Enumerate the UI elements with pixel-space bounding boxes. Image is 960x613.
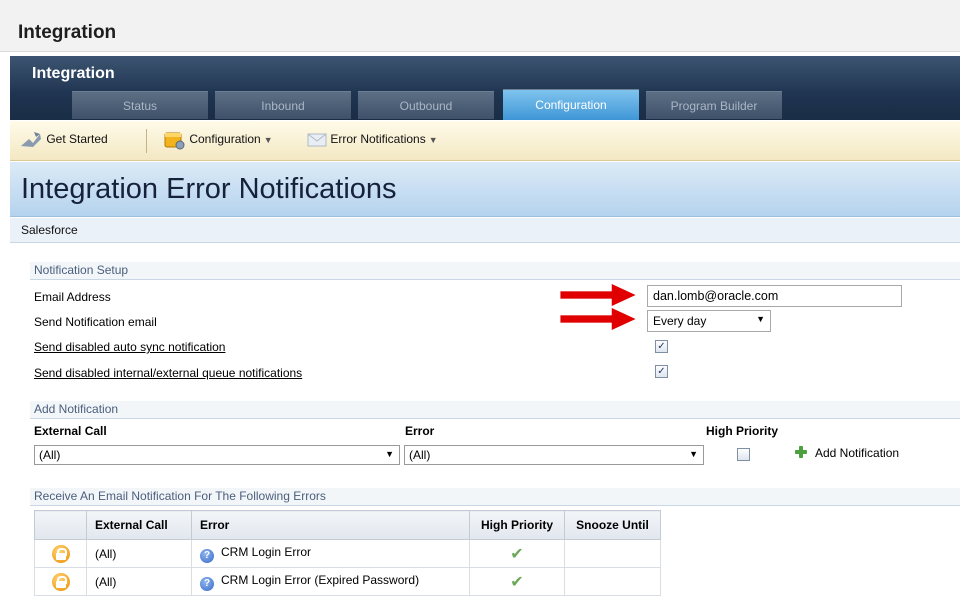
lock-icon[interactable] — [51, 572, 70, 591]
configuration-label: Configuration — [189, 132, 261, 147]
high-priority-cell: ✔ — [469, 567, 565, 596]
high-priority-checkbox[interactable] — [737, 448, 750, 461]
configuration-menu[interactable]: Configuration ▼ — [162, 129, 273, 151]
plus-icon — [795, 446, 807, 458]
page-header: Integration Error Notifications — [10, 162, 960, 217]
tab-configuration[interactable]: Configuration — [503, 89, 639, 120]
external-call-header: External Call — [34, 424, 107, 438]
high-priority-cell: ✔ — [469, 539, 565, 568]
high-priority-header: High Priority — [706, 424, 779, 438]
send-frequency-select[interactable]: Every day ▼ — [647, 310, 771, 332]
error-name: CRM Login Error — [221, 544, 312, 559]
error-cell: ? CRM Login Error (Expired Password) — [191, 567, 470, 596]
chevron-down-icon: ▼ — [428, 135, 438, 145]
chevron-down-icon: ▼ — [756, 314, 765, 324]
queue-notifications-checkbox[interactable]: ✓ — [655, 365, 668, 378]
external-call-cell: (All) — [86, 567, 192, 596]
lock-cell[interactable] — [34, 567, 87, 596]
auto-sync-checkbox[interactable]: ✓ — [655, 340, 668, 353]
table-header-error: Error — [191, 510, 470, 540]
table-row[interactable]: (All) ? CRM Login Error ✔ — [34, 539, 661, 568]
page-title: Integration Error Notifications — [21, 173, 397, 205]
send-frequency-value: Every day — [653, 314, 707, 328]
help-icon[interactable]: ? — [200, 576, 214, 591]
lock-cell[interactable] — [34, 539, 87, 568]
table-header-row: External Call Error High Priority Snooze… — [34, 510, 661, 540]
configuration-icon — [164, 132, 185, 150]
external-call-select[interactable]: (All) ▼ — [34, 445, 400, 465]
add-notification-label: Add Notification — [815, 446, 900, 460]
email-field[interactable]: dan.lomb@oracle.com — [647, 285, 902, 307]
get-started-label: Get Started — [46, 132, 108, 147]
table-header-lock — [34, 510, 87, 540]
send-email-label: Send Notification email — [34, 315, 157, 329]
errors-table: External Call Error High Priority Snooze… — [34, 510, 661, 596]
tab-inbound[interactable]: Inbound — [215, 91, 351, 119]
tab-outbound[interactable]: Outbound — [358, 91, 494, 119]
annotation-arrow-icon — [560, 284, 636, 306]
external-call-cell: (All) — [86, 539, 192, 568]
add-notification-label: Add Notification — [34, 402, 119, 416]
error-select[interactable]: (All) ▼ — [404, 445, 704, 465]
page-subtitle: Salesforce — [21, 223, 78, 237]
notification-setup-label: Notification Setup — [34, 263, 129, 277]
module-title: Integration — [32, 65, 115, 82]
divider — [30, 505, 960, 506]
lock-icon[interactable] — [51, 544, 70, 563]
errors-section-label: Receive An Email Notification For The Fo… — [34, 489, 326, 503]
annotation-arrow-icon — [560, 308, 636, 330]
chevron-down-icon: ▼ — [263, 135, 273, 146]
error-value: (All) — [409, 448, 431, 462]
table-header-external-call: External Call — [86, 510, 192, 540]
divider — [30, 418, 960, 419]
notification-setup-header — [30, 262, 960, 279]
tab-program-builder[interactable]: Program Builder — [646, 91, 782, 119]
snooze-until-cell — [564, 567, 661, 596]
error-notifications-label: Error Notifications — [330, 132, 426, 146]
checkmark-icon: ✔ — [510, 545, 524, 563]
chevron-down-icon: ▼ — [385, 449, 394, 459]
toolbar-divider — [146, 129, 147, 153]
chevron-down-icon: ▼ — [689, 449, 698, 459]
auto-sync-label[interactable]: Send disabled auto sync notification — [34, 340, 225, 354]
error-cell: ? CRM Login Error — [191, 539, 470, 568]
error-notifications-menu[interactable]: Error Notifications ▼ — [307, 132, 438, 147]
get-started-icon — [21, 132, 41, 147]
table-header-high-priority: High Priority — [469, 510, 565, 540]
app-title: Integration — [18, 22, 117, 43]
add-notification-button[interactable]: Add Notification — [795, 446, 899, 460]
page-subheader: Salesforce — [10, 218, 960, 243]
external-call-value: (All) — [39, 448, 61, 462]
snooze-until-cell — [564, 539, 661, 568]
divider — [30, 279, 960, 280]
get-started-button[interactable]: Get Started — [19, 130, 108, 150]
envelope-icon — [307, 133, 327, 147]
app-title-bar: Integration — [0, 0, 960, 52]
help-icon[interactable]: ? — [200, 548, 214, 563]
table-row[interactable]: (All) ? CRM Login Error (Expired Password… — [34, 567, 661, 596]
tab-status[interactable]: Status — [72, 91, 208, 119]
checkmark-icon: ✔ — [510, 573, 524, 591]
queue-notifications-label[interactable]: Send disabled internal/external queue no… — [34, 366, 302, 380]
error-header: Error — [405, 424, 435, 438]
table-header-snooze-until: Snooze Until — [564, 510, 661, 540]
toolbar: Get Started Configuration ▼ Error Notific… — [10, 121, 960, 161]
error-name: CRM Login Error (Expired Password) — [221, 572, 420, 587]
add-notification-header — [30, 401, 960, 418]
email-label: Email Address — [34, 290, 111, 304]
